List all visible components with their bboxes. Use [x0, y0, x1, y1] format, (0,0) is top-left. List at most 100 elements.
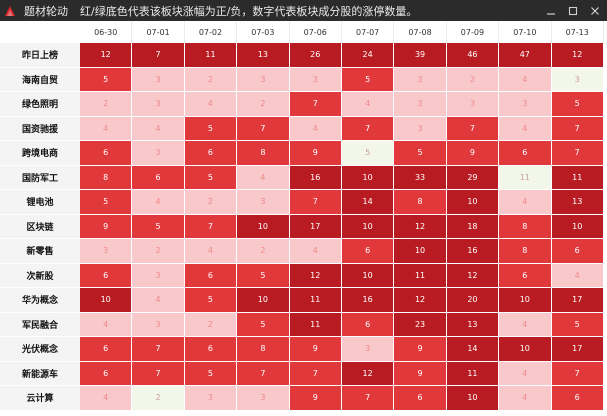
close-icon[interactable]: [587, 3, 603, 19]
limit-up-count-cell[interactable]: 3: [132, 92, 185, 117]
limit-up-count-cell[interactable]: 4: [499, 386, 552, 411]
sector-row[interactable]: 绿色照明 2 3 4 2 7 4 3 3 3 5: [0, 92, 607, 117]
limit-up-count-cell[interactable]: 4: [499, 190, 552, 215]
sector-row[interactable]: 国防军工 8 6 5 4 16 10 33 29 11 11: [0, 165, 607, 190]
sector-name[interactable]: 昨日上榜: [0, 43, 80, 68]
limit-up-count-cell[interactable]: 12: [289, 263, 342, 288]
limit-up-count-cell[interactable]: 8: [80, 165, 133, 190]
limit-up-count-cell[interactable]: 7: [551, 141, 604, 166]
limit-up-count-cell[interactable]: 3: [132, 263, 185, 288]
sector-row[interactable]: 跨境电商 6 3 6 8 9 5 5 9 6 7: [0, 141, 607, 166]
limit-up-count-cell[interactable]: 4: [289, 116, 342, 141]
limit-up-count-cell[interactable]: 8: [499, 239, 552, 264]
sector-name[interactable]: 光伏概念: [0, 337, 80, 362]
limit-up-count-cell[interactable]: 11: [394, 263, 447, 288]
limit-up-count-cell[interactable]: 16: [289, 165, 342, 190]
sector-row[interactable]: 国资驰援 4 4 5 7 4 7 3 7 4 7: [0, 116, 607, 141]
sector-name[interactable]: 区块链: [0, 214, 80, 239]
limit-up-count-cell[interactable]: 5: [184, 361, 238, 386]
limit-up-count-cell[interactable]: 5: [184, 116, 238, 141]
limit-up-count-cell[interactable]: 10: [499, 288, 552, 313]
date-column-header[interactable]: 07-10: [499, 21, 552, 43]
limit-up-count-cell[interactable]: 9: [289, 386, 342, 411]
date-column-header[interactable]: 07-06: [290, 21, 342, 43]
limit-up-count-cell[interactable]: 4: [184, 239, 238, 264]
sector-name[interactable]: 新能源车: [0, 361, 80, 386]
sector-name[interactable]: 军民融合: [0, 312, 80, 337]
limit-up-count-cell[interactable]: 11: [499, 165, 552, 190]
limit-up-count-cell[interactable]: 8: [237, 337, 290, 362]
sector-row[interactable]: 光伏概念 6 7 6 8 9 3 9 14 10 17: [0, 337, 607, 362]
limit-up-count-cell[interactable]: 7: [341, 386, 395, 411]
limit-up-count-cell[interactable]: 33: [394, 165, 447, 190]
limit-up-count-cell[interactable]: 4: [80, 386, 133, 411]
limit-up-count-cell[interactable]: 7: [289, 190, 342, 215]
date-column-header[interactable]: 07-13: [552, 21, 604, 43]
limit-up-count-cell[interactable]: 11: [289, 288, 342, 313]
limit-up-count-cell[interactable]: 5: [184, 165, 238, 190]
limit-up-count-cell[interactable]: 6: [80, 263, 133, 288]
limit-up-count-cell[interactable]: 4: [341, 92, 395, 117]
limit-up-count-cell[interactable]: 8: [499, 214, 552, 239]
limit-up-count-cell[interactable]: 20: [446, 288, 500, 313]
minimize-icon[interactable]: [543, 3, 559, 19]
sector-row[interactable]: 昨日上榜 12 7 11 13 26 24 39 46 47 12: [0, 43, 607, 68]
sector-row[interactable]: 区块链 9 5 7 10 17 10 12 18 8 10: [0, 214, 607, 239]
limit-up-count-cell[interactable]: 12: [446, 263, 500, 288]
date-column-header[interactable]: 07-07: [342, 21, 395, 43]
maximize-icon[interactable]: [565, 3, 581, 19]
sector-row[interactable]: 锂电池 5 4 2 3 7 14 8 10 4 13: [0, 190, 607, 215]
limit-up-count-cell[interactable]: 6: [394, 386, 447, 411]
limit-up-count-cell[interactable]: 3: [132, 312, 185, 337]
limit-up-count-cell[interactable]: 11: [446, 361, 500, 386]
sector-name[interactable]: 新零售: [0, 239, 80, 264]
sector-name[interactable]: 次新股: [0, 263, 80, 288]
limit-up-count-cell[interactable]: 5: [341, 67, 395, 92]
limit-up-count-cell[interactable]: 10: [80, 288, 133, 313]
limit-up-count-cell[interactable]: 8: [237, 141, 290, 166]
sector-row[interactable]: 新零售 3 2 4 2 4 6 10 16 8 6: [0, 239, 607, 264]
limit-up-count-cell[interactable]: 10: [341, 165, 395, 190]
limit-up-count-cell[interactable]: 10: [551, 214, 604, 239]
limit-up-count-cell[interactable]: 6: [341, 312, 395, 337]
limit-up-count-cell[interactable]: 18: [446, 214, 500, 239]
date-column-header[interactable]: 07-08: [394, 21, 447, 43]
limit-up-count-cell[interactable]: 7: [237, 361, 290, 386]
limit-up-count-cell[interactable]: 17: [551, 288, 604, 313]
sector-row[interactable]: 云计算 4 2 3 3 9 7 6 10 4 6: [0, 386, 607, 411]
limit-up-count-cell[interactable]: 4: [237, 165, 290, 190]
sector-row[interactable]: 次新股 6 3 6 5 12 10 11 12 6 4: [0, 263, 607, 288]
date-column-header[interactable]: 07-09: [447, 21, 500, 43]
limit-up-count-cell[interactable]: 4: [132, 190, 185, 215]
sector-name[interactable]: 海南自贸: [0, 67, 80, 92]
limit-up-count-cell[interactable]: 4: [499, 312, 552, 337]
sector-name[interactable]: 云计算: [0, 386, 80, 411]
limit-up-count-cell[interactable]: 6: [551, 386, 604, 411]
date-column-header[interactable]: 07-03: [237, 21, 290, 43]
limit-up-count-cell[interactable]: 7: [289, 361, 342, 386]
limit-up-count-cell[interactable]: 6: [551, 239, 604, 264]
sector-name[interactable]: 华为概念: [0, 288, 80, 313]
limit-up-count-cell[interactable]: 10: [341, 263, 395, 288]
sector-name[interactable]: 国资驰援: [0, 116, 80, 141]
limit-up-count-cell[interactable]: 11: [289, 312, 342, 337]
limit-up-count-cell[interactable]: 3: [394, 92, 447, 117]
date-column-header[interactable]: 06-30: [80, 21, 133, 43]
sector-row[interactable]: 海南自贸 5 3 2 3 3 5 3 2 4 3: [0, 67, 607, 92]
limit-up-count-cell[interactable]: 6: [80, 361, 133, 386]
limit-up-count-cell[interactable]: 3: [132, 141, 185, 166]
limit-up-count-cell[interactable]: 4: [132, 116, 185, 141]
limit-up-count-cell[interactable]: 14: [341, 190, 395, 215]
limit-up-count-cell[interactable]: 3: [394, 67, 447, 92]
limit-up-count-cell[interactable]: 39: [394, 43, 447, 68]
limit-up-count-cell[interactable]: 6: [184, 141, 238, 166]
limit-up-count-cell[interactable]: 7: [237, 116, 290, 141]
limit-up-count-cell[interactable]: 6: [132, 165, 185, 190]
limit-up-count-cell[interactable]: 3: [551, 67, 604, 92]
limit-up-count-cell[interactable]: 4: [80, 312, 133, 337]
limit-up-count-cell[interactable]: 17: [289, 214, 342, 239]
limit-up-count-cell[interactable]: 29: [446, 165, 500, 190]
limit-up-count-cell[interactable]: 8: [394, 190, 447, 215]
limit-up-count-cell[interactable]: 7: [184, 214, 238, 239]
limit-up-count-cell[interactable]: 5: [184, 288, 238, 313]
